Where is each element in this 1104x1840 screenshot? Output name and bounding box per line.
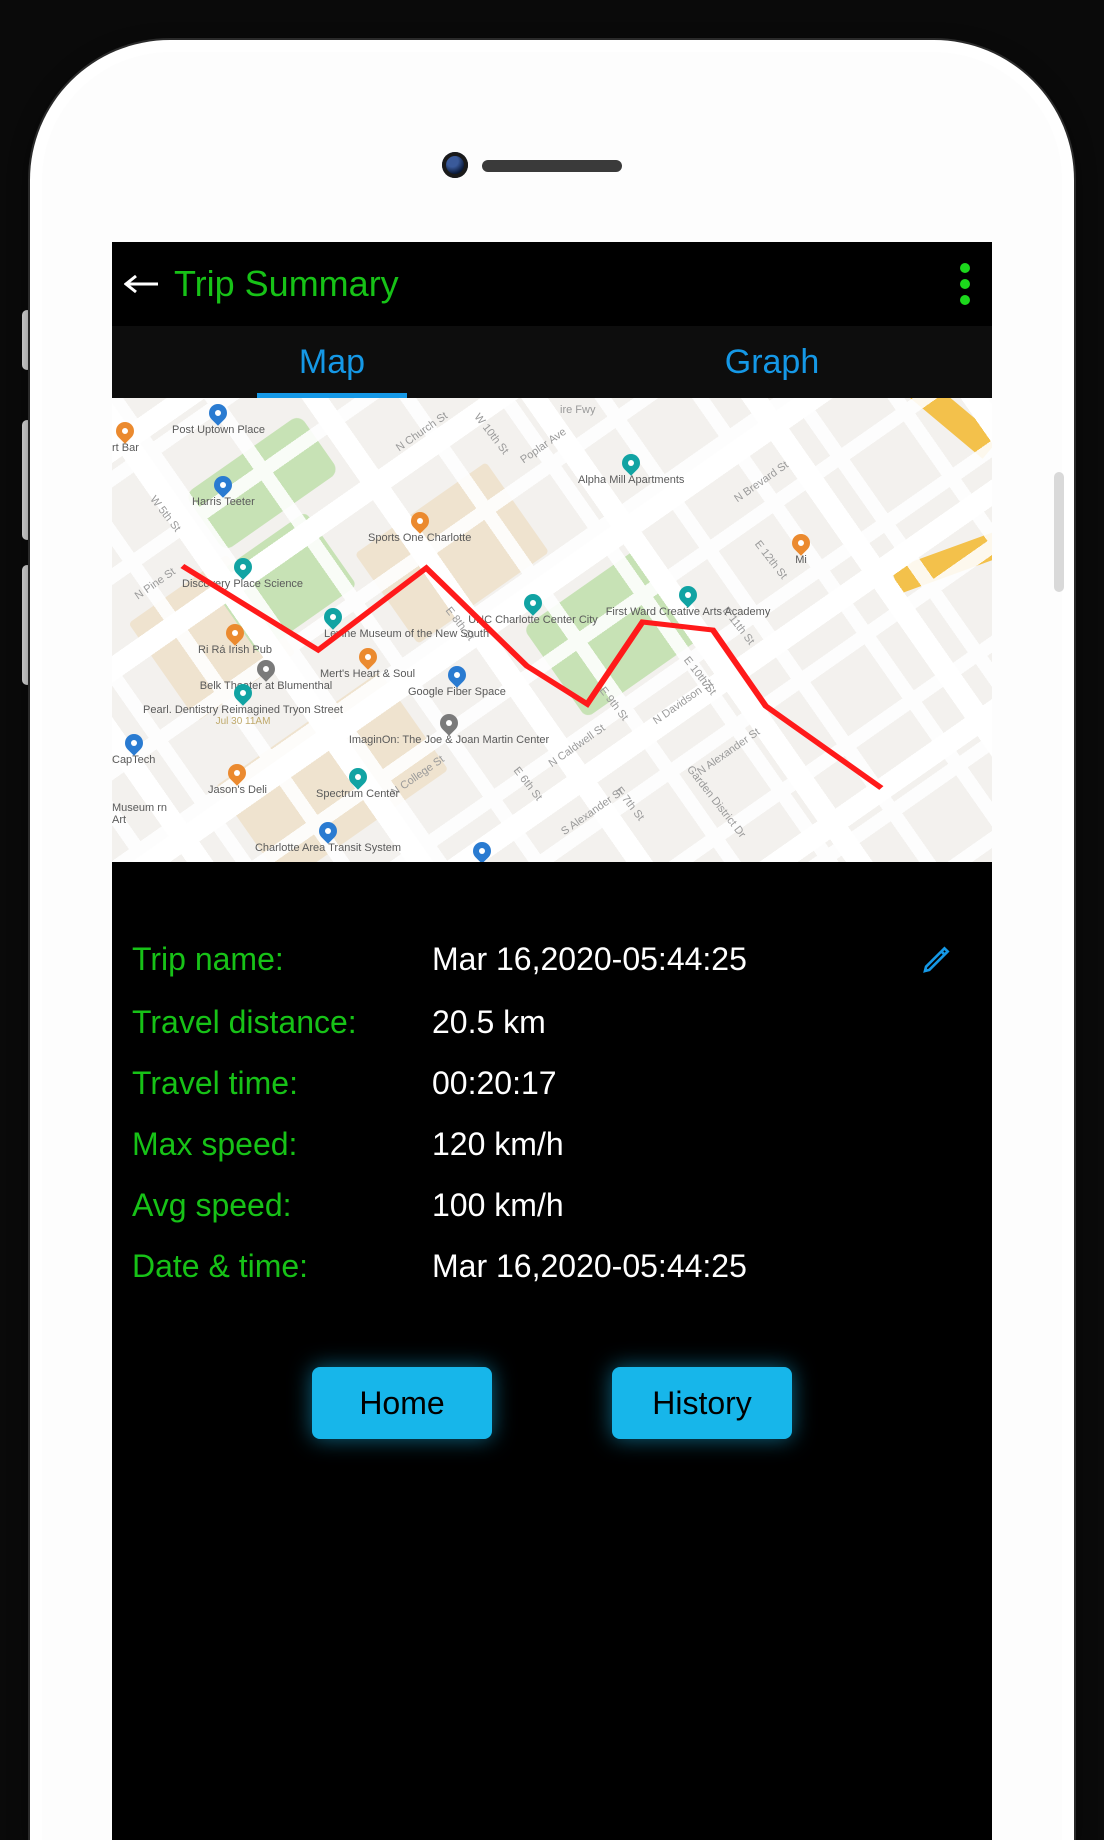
phone-frame: Trip Summary Map Graph [30,40,1074,1840]
phone-front-camera [442,152,468,178]
map-route-line [112,398,992,862]
app-screen: Trip Summary Map Graph [112,242,992,1840]
row-avg-speed: Avg speed: 100 km/h [132,1175,972,1236]
tab-map-label: Map [299,343,365,382]
home-button-label: Home [359,1385,444,1422]
back-arrow-icon [124,274,160,294]
tab-graph-label: Graph [725,343,820,382]
travel-distance-label: Travel distance: [132,1004,432,1041]
app-bar-title: Trip Summary [174,263,399,305]
bottom-button-bar: Home History [112,1317,992,1439]
phone-bezel: Trip Summary Map Graph [42,52,1062,1840]
kebab-dot-icon [960,295,970,305]
row-travel-time: Travel time: 00:20:17 [132,1053,972,1114]
kebab-dot-icon [960,263,970,273]
home-button[interactable]: Home [312,1367,492,1439]
app-bar-left: Trip Summary [120,262,399,306]
kebab-dot-icon [960,279,970,289]
tab-bar: Map Graph [112,326,992,398]
travel-time-label: Travel time: [132,1065,432,1102]
avg-speed-label: Avg speed: [132,1187,432,1224]
date-time-label: Date & time: [132,1248,432,1285]
travel-time-value: 00:20:17 [432,1065,916,1102]
map-container: N Church St W 10th St W 5th St N Pine St… [112,398,992,862]
edit-trip-name-button[interactable] [916,938,958,980]
row-travel-distance: Travel distance: 20.5 km [132,992,972,1053]
row-trip-name: Trip name: Mar 16,2020-05:44:25 [132,926,972,992]
history-button[interactable]: History [612,1367,792,1439]
app-bar: Trip Summary [112,242,992,326]
phone-power-button [1054,472,1064,592]
row-max-speed: Max speed: 120 km/h [132,1114,972,1175]
max-speed-value: 120 km/h [432,1126,916,1163]
overflow-menu-button[interactable] [952,255,978,313]
stage: Trip Summary Map Graph [0,0,1104,1840]
back-button[interactable] [120,262,164,306]
phone-earpiece [482,160,622,172]
trip-summary: Trip name: Mar 16,2020-05:44:25 Travel d… [112,862,992,1317]
travel-distance-value: 20.5 km [432,1004,916,1041]
date-time-value: Mar 16,2020-05:44:25 [432,1248,916,1285]
map-view[interactable]: N Church St W 10th St W 5th St N Pine St… [112,398,992,862]
trip-name-label: Trip name: [132,941,432,978]
max-speed-label: Max speed: [132,1126,432,1163]
avg-speed-value: 100 km/h [432,1187,916,1224]
tab-graph[interactable]: Graph [552,326,992,398]
trip-name-value: Mar 16,2020-05:44:25 [432,941,916,978]
history-button-label: History [652,1385,752,1422]
tab-map[interactable]: Map [112,326,552,398]
pencil-icon [921,943,953,975]
row-date-time: Date & time: Mar 16,2020-05:44:25 [132,1236,972,1297]
